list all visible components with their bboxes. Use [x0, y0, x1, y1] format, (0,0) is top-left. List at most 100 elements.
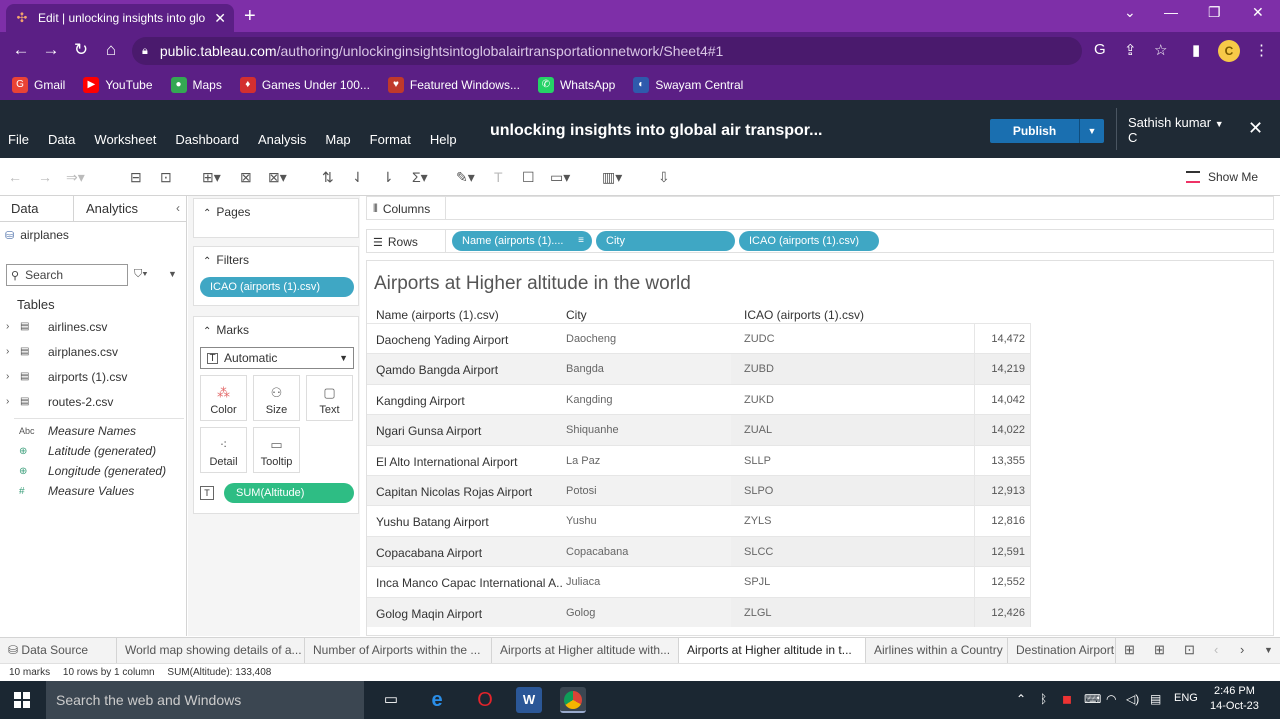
format-icon[interactable]: ☐: [522, 169, 535, 186]
menu-map[interactable]: Map: [325, 132, 350, 147]
columns-shelf[interactable]: ⦀ Columns: [366, 196, 1274, 220]
bookmark-youtube[interactable]: ▶ YouTube: [83, 77, 153, 93]
profile-avatar[interactable]: C: [1218, 40, 1240, 62]
sort-ascending-icon[interactable]: ⇃: [352, 169, 364, 186]
forward-icon[interactable]: →: [40, 40, 62, 60]
chevron-right-icon[interactable]: ›: [6, 346, 20, 357]
more-options-icon[interactable]: ▼: [168, 269, 177, 279]
table-row[interactable]: Qamdo Bangda Airport Bangda ZUBD 14,219: [367, 353, 1030, 384]
publish-button[interactable]: Publish ▼: [990, 119, 1104, 143]
highlight-icon[interactable]: ✎▾: [456, 169, 475, 186]
menu-file[interactable]: File: [8, 132, 29, 147]
marks-chevron-icon[interactable]: ⌃: [203, 326, 211, 337]
sheet-tab[interactable]: Destination Airport: [1008, 638, 1116, 664]
browser-tab[interactable]: ✣ Edit | unlocking insights into glo ✕: [6, 4, 234, 32]
windows-start-icon[interactable]: [14, 692, 30, 708]
menu-help[interactable]: Help: [430, 132, 457, 147]
table-row[interactable]: Capitan Nicolas Rojas Airport Potosi SLPO 1…: [367, 474, 1030, 506]
clear-sheet-icon[interactable]: ⊠▾: [268, 169, 287, 186]
menu-format[interactable]: Format: [370, 132, 411, 147]
new-dashboard-tab-icon[interactable]: ⊞: [1154, 642, 1165, 658]
sheet-tab[interactable]: Airports at Higher altitude with...: [492, 638, 679, 664]
notifications-icon[interactable]: ▤: [1150, 692, 1161, 706]
opera-icon[interactable]: O: [472, 687, 498, 713]
share-icon[interactable]: ⇪: [1124, 41, 1137, 59]
menu-analysis[interactable]: Analysis: [258, 132, 306, 147]
show-cards-icon[interactable]: ▥▾: [602, 169, 622, 186]
close-tab-icon[interactable]: ✕: [214, 10, 226, 27]
chevron-right-icon[interactable]: ›: [6, 396, 20, 407]
row-pill-icao[interactable]: ICAO (airports (1).csv): [739, 231, 879, 251]
chevron-right-icon[interactable]: ›: [6, 371, 20, 382]
pages-chevron-icon[interactable]: ⌃: [203, 208, 211, 219]
wifi-icon[interactable]: ◠: [1106, 692, 1116, 706]
word-icon[interactable]: W: [516, 687, 542, 713]
sum-altitude-pill[interactable]: SUM(Altitude): [224, 483, 354, 503]
network-icon[interactable]: ⌨: [1084, 692, 1101, 706]
datasource-item[interactable]: ⛁ airplanes: [5, 228, 69, 242]
sheet-tab[interactable]: Number of Airports within the ...: [305, 638, 492, 664]
detail-button[interactable]: ⁖ Detail: [200, 427, 247, 473]
menu-dashboard[interactable]: Dashboard: [175, 132, 239, 147]
search-input[interactable]: ⚲ Search: [6, 264, 128, 286]
taskbar-search-input[interactable]: Search the web and Windows: [46, 681, 364, 719]
table-row[interactable]: El Alto International Airport La Paz SLLP 1…: [367, 444, 1030, 475]
table-row[interactable]: Daocheng Yading Airport Daocheng ZUDC 14,47…: [367, 323, 1030, 354]
edge-icon[interactable]: e: [424, 687, 450, 713]
sort-descending-icon[interactable]: ⇂: [382, 169, 394, 186]
labels-icon[interactable]: T: [494, 169, 503, 185]
bookmark-games-under-100-[interactable]: ♦ Games Under 100...: [239, 77, 370, 93]
replay-icon[interactable]: ⇒▾: [66, 169, 85, 186]
bookmark-swayam-central[interactable]: ◐ Swayam Central: [633, 77, 743, 93]
scroll-right-icon[interactable]: ›: [1240, 642, 1244, 657]
table-row[interactable]: Ngari Gunsa Airport Shiquanhe ZUAL 14,022: [367, 414, 1030, 445]
filters-chevron-icon[interactable]: ⌃: [203, 256, 211, 267]
tab-data[interactable]: Data: [0, 196, 74, 221]
row-pill-city[interactable]: City: [596, 231, 735, 251]
publish-dropdown-icon[interactable]: ▼: [1080, 119, 1104, 143]
field-item[interactable]: ⊕ Latitude (generated): [14, 441, 184, 461]
user-menu[interactable]: Sathish kumar ▼ C: [1128, 116, 1224, 145]
close-editor-icon[interactable]: ✕: [1248, 118, 1263, 139]
bookmark-featured-windows-[interactable]: ♥ Featured Windows...: [387, 77, 520, 93]
size-button[interactable]: ⚇ Size: [253, 375, 300, 421]
download-icon[interactable]: ⇩: [658, 169, 670, 186]
new-story-tab-icon[interactable]: ⊡: [1184, 642, 1195, 658]
table-row[interactable]: Yushu Batang Airport Yushu ZYLS 12,816: [367, 505, 1030, 536]
new-worksheet-tab-icon[interactable]: ⊞: [1124, 642, 1135, 658]
table-row[interactable]: Inca Manco Capac International A.. Juliac…: [367, 566, 1030, 597]
new-worksheet-icon[interactable]: ⊞▾: [202, 169, 221, 186]
new-datasource-icon[interactable]: ⊟: [130, 169, 142, 186]
sheet-tab[interactable]: World map showing details of a...: [117, 638, 305, 664]
tab-search-icon[interactable]: ⌄: [1124, 4, 1136, 21]
table-item[interactable]: › ▤ airplanes.csv: [6, 339, 186, 364]
pause-updates-icon[interactable]: ⊡: [160, 169, 172, 186]
collapse-pane-icon[interactable]: ‹: [176, 201, 180, 215]
chevron-right-icon[interactable]: ›: [6, 321, 20, 332]
menu-data[interactable]: Data: [48, 132, 75, 147]
back-icon[interactable]: ←: [10, 40, 32, 60]
pages-card[interactable]: ⌃ Pages: [193, 198, 359, 238]
table-item[interactable]: › ▤ airports (1).csv: [6, 364, 186, 389]
lock-icon[interactable]: 🔒︎: [142, 45, 148, 58]
color-button[interactable]: ⁂ Color: [200, 375, 247, 421]
bookmark-gmail[interactable]: G Gmail: [12, 77, 65, 93]
bluetooth-icon[interactable]: ᛒ: [1040, 692, 1047, 706]
table-item[interactable]: › ▤ routes-2.csv: [6, 389, 186, 414]
antivirus-icon[interactable]: ◼: [1062, 692, 1072, 706]
table-row[interactable]: Golog Maqin Airport Golog ZLGL 12,426: [367, 596, 1030, 627]
maximize-window-icon[interactable]: ❐: [1208, 4, 1221, 21]
undo-icon[interactable]: ←: [8, 169, 22, 185]
header-city[interactable]: City: [566, 308, 587, 322]
row-pill-name[interactable]: Name (airports (1).... ≡: [452, 231, 592, 251]
mark-type-select[interactable]: T Automatic ▼: [200, 347, 354, 369]
home-icon[interactable]: ⌂: [100, 40, 122, 60]
bookmark-maps[interactable]: ● Maps: [170, 77, 222, 93]
table-row[interactable]: Copacabana Airport Copacabana SLCC 12,591: [367, 535, 1030, 567]
field-item[interactable]: Abc Measure Names: [14, 421, 184, 441]
scroll-left-icon[interactable]: ‹: [1214, 642, 1218, 657]
language-indicator[interactable]: ENG: [1174, 692, 1198, 704]
minimize-window-icon[interactable]: —: [1164, 4, 1178, 20]
bookmark-star-icon[interactable]: ☆: [1154, 41, 1167, 59]
header-name[interactable]: Name (airports (1).csv): [376, 308, 499, 322]
